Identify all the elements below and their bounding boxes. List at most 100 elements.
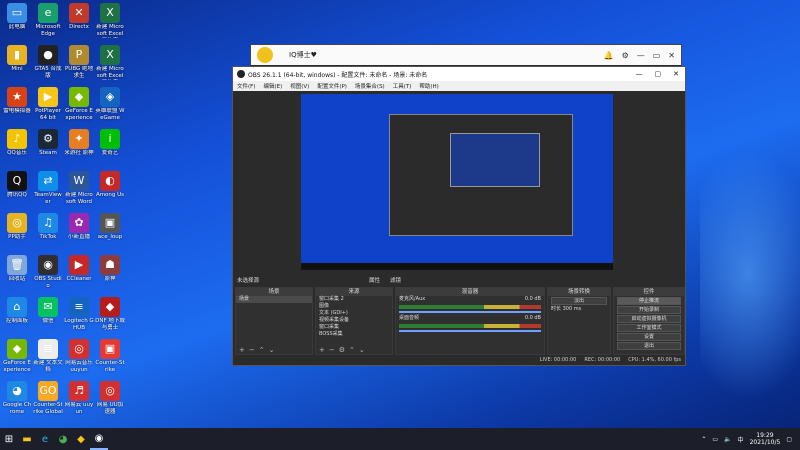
desktop-icon[interactable]: 🗑 回收站 <box>2 255 32 290</box>
gear-icon[interactable]: ⚙ <box>339 346 345 354</box>
file-explorer-icon[interactable]: ▬ <box>18 428 36 450</box>
desktop-icon[interactable]: ♬ 网易云 uuyun <box>64 381 94 416</box>
obs-taskbar-icon[interactable]: ◉ <box>90 428 108 450</box>
desktop-icon[interactable]: P PUBG 绝地求生 <box>64 45 94 80</box>
properties-button[interactable]: 属性 <box>369 276 380 284</box>
desktop-icon[interactable]: ◉ OBS Studio <box>33 255 63 290</box>
desktop-icon[interactable]: ⚙ Steam <box>33 129 63 164</box>
input-language[interactable]: 中 <box>738 435 744 444</box>
desktop-icon[interactable]: Q 腾讯QQ <box>2 171 32 206</box>
source-item[interactable]: 窗口采集 <box>316 324 392 331</box>
desktop-icon[interactable]: i 爱奇艺 <box>95 129 125 164</box>
down-icon[interactable]: ⌄ <box>269 346 275 354</box>
clock[interactable]: 19:29 2021/10/5 <box>750 432 781 446</box>
desktop-icon[interactable]: ≣ 新建 文本文档 <box>33 339 63 374</box>
desktop-icon[interactable]: ✿ 小新直播 <box>64 213 94 248</box>
menu-tools[interactable]: 工具(T) <box>393 82 412 90</box>
desktop-icon[interactable]: ▮ Mini <box>2 45 32 80</box>
close-icon[interactable]: ✕ <box>673 70 679 78</box>
desktop-icon[interactable]: X新建 Microsoft Excel 工作表 <box>95 3 125 38</box>
desktop-icon[interactable]: ▶ CCleaner <box>64 255 94 290</box>
menu-view[interactable]: 视图(V) <box>290 82 309 90</box>
source-item[interactable]: 视频采集设备 <box>316 317 392 324</box>
desktop-icon[interactable]: ◎ 网易云音乐 uuyun <box>64 339 94 374</box>
maximize-icon[interactable]: ▢ <box>655 70 662 78</box>
start-recording-button[interactable]: 开始录制 <box>617 306 681 314</box>
app-icon: ● <box>38 45 58 65</box>
scene-item[interactable]: 场景 <box>236 296 312 303</box>
desktop-icon[interactable]: ▣ ace_loup <box>95 213 125 248</box>
desktop-icon[interactable]: ◆ GeForce Experience <box>2 339 32 374</box>
desktop-icon[interactable]: ✉ 微信 <box>33 297 63 332</box>
desktop-icon[interactable]: ♪ QQ音乐 <box>2 129 32 164</box>
user-avatar[interactable] <box>257 47 273 63</box>
desktop-icon[interactable]: ◎ 网易 UU加速器 <box>95 381 125 416</box>
desktop-icon[interactable]: ◐ Among Us <box>95 171 125 206</box>
desktop-icon[interactable]: ☗ 原神 <box>95 255 125 290</box>
menu-file[interactable]: 文件(F) <box>237 82 255 90</box>
desktop-icon[interactable]: ● GTA5 合成版 <box>33 45 63 80</box>
obs-window[interactable]: OBS 26.1.1 (64-bit, windows) - 配置文件: 未命名… <box>232 66 686 366</box>
chevron-up-icon[interactable]: ⌃ <box>701 436 706 443</box>
desktop-icon[interactable]: ★ 雷电模拟器 <box>2 87 32 122</box>
desktop-icon[interactable]: e Microsoft Edge <box>33 3 63 38</box>
mixer-channel-label: 麦克风/Aux <box>399 296 426 302</box>
desktop-icon[interactable]: ✕ Directx <box>64 3 94 38</box>
volume-slider[interactable] <box>399 330 541 332</box>
desktop-icon[interactable]: ≡ Logitech G HUB <box>64 297 94 332</box>
desktop-icon[interactable]: ▭ 此电脑 <box>2 3 32 38</box>
add-icon[interactable]: + <box>239 346 245 354</box>
source-item[interactable]: BOSS采集 <box>316 331 392 338</box>
windows-start-icon[interactable]: ⊞ <box>0 428 18 450</box>
edge-icon[interactable]: e <box>36 428 54 450</box>
desktop-icon[interactable]: ◈ 英雄联盟 WeGame <box>95 87 125 122</box>
desktop-icon[interactable]: ✦ 米游社 原神 <box>64 129 94 164</box>
obs-preview[interactable] <box>301 94 613 270</box>
desktop-icon[interactable]: ⇄ TeamViewer <box>33 171 63 206</box>
studio-mode-button[interactable]: 工作室模式 <box>617 324 681 332</box>
bell-icon[interactable]: 🔔 <box>604 51 614 60</box>
menu-edit[interactable]: 编辑(E) <box>263 82 282 90</box>
desktop-icon[interactable]: ◆ DNF 地下城与勇士 <box>95 297 125 332</box>
remove-icon[interactable]: − <box>249 346 255 354</box>
desktop-icon[interactable]: ◎ PP助手 <box>2 213 32 248</box>
stop-streaming-button[interactable]: 停止推流 <box>617 297 681 305</box>
desktop-icon[interactable]: ▶ PotPlayer 64 bit <box>33 87 63 122</box>
source-item[interactable]: 窗口采集 2 <box>316 296 392 303</box>
menu-scene-collection[interactable]: 场景集合(S) <box>355 82 385 90</box>
volume-slider[interactable] <box>399 311 541 313</box>
desktop-icon[interactable]: ◆ GeForce Experience <box>64 87 94 122</box>
notification-icon[interactable]: ▢ <box>786 436 792 443</box>
transition-select[interactable]: 淡出 <box>551 297 607 305</box>
duration-input[interactable]: 300 ms <box>563 306 582 312</box>
desktop-icon[interactable]: GO Counter-Strike Global <box>33 381 63 416</box>
down-icon[interactable]: ⌄ <box>359 346 365 354</box>
add-icon[interactable]: + <box>319 346 325 354</box>
close-icon[interactable]: ✕ <box>668 51 675 60</box>
filters-button[interactable]: 滤镜 <box>390 276 401 284</box>
minimize-icon[interactable]: — <box>637 51 645 60</box>
minimize-icon[interactable]: — <box>636 70 643 78</box>
up-icon[interactable]: ⌃ <box>259 346 265 354</box>
desktop-icon[interactable]: ♫ TikTok <box>33 213 63 248</box>
gear-icon[interactable]: ⚙ <box>622 51 629 60</box>
menu-help[interactable]: 帮助(H) <box>419 82 438 90</box>
source-item[interactable]: 文本 (GDI+) <box>316 310 392 317</box>
menu-profile[interactable]: 配置文件(P) <box>317 82 347 90</box>
remove-icon[interactable]: − <box>329 346 335 354</box>
settings-button[interactable]: 设置 <box>617 333 681 341</box>
desktop-icon[interactable]: ◕ Google Chrome <box>2 381 32 416</box>
desktop-icon[interactable]: X新建 Microsoft Excel 工作表 <box>95 45 125 80</box>
network-icon[interactable]: ▭ <box>712 436 718 443</box>
maximize-icon[interactable]: ▭ <box>653 51 661 60</box>
chrome-icon[interactable]: ◕ <box>54 428 72 450</box>
desktop-icon[interactable]: ⌂ 控制面板 <box>2 297 32 332</box>
source-item[interactable]: 图像 <box>316 303 392 310</box>
exit-button[interactable]: 退出 <box>617 342 681 350</box>
wegame-icon[interactable]: ◆ <box>72 428 90 450</box>
virtual-camera-button[interactable]: 启动虚拟摄像机 <box>617 315 681 323</box>
up-icon[interactable]: ⌃ <box>349 346 355 354</box>
desktop-icon[interactable]: ▣ Counter-Strike <box>95 339 125 374</box>
desktop-icon[interactable]: W 新建 Microsoft Word <box>64 171 94 206</box>
volume-icon[interactable]: 🔈 <box>724 436 731 443</box>
